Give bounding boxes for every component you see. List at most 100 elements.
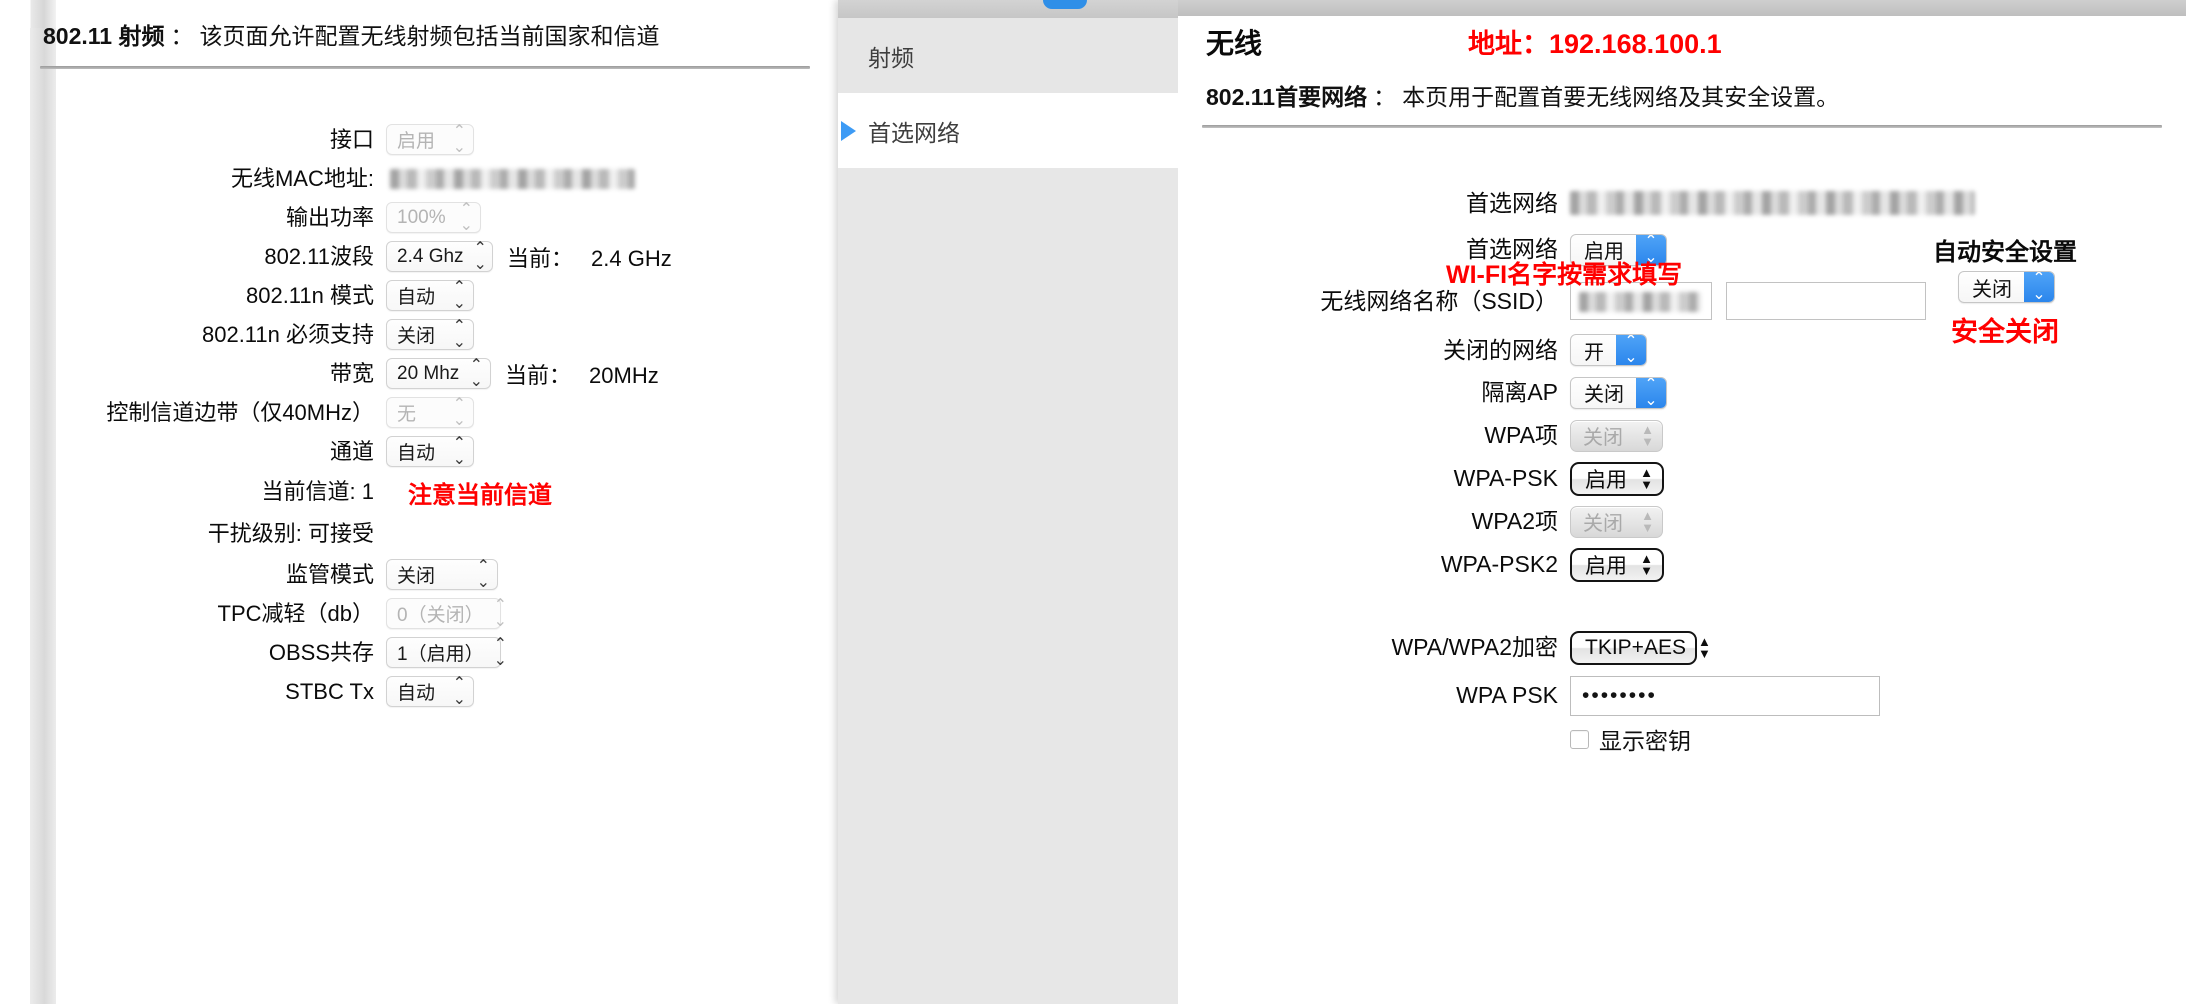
page-title: 无线	[1206, 28, 1263, 59]
band-current-prefix: 当前：	[507, 245, 574, 271]
sideband-select-value: 无	[397, 404, 417, 425]
obss-select[interactable]: 1（启用） ⌃ ⌄	[386, 636, 507, 668]
show-key-row[interactable]: 显示密钥	[1570, 722, 1691, 756]
annotation-ssid-hint: WI-FI名字按需求填写	[1446, 261, 1683, 289]
row-label-sideband: 控制信道边带（仅40MHz）	[106, 399, 374, 425]
row-label-tpc: TPC减轻（db）	[217, 600, 374, 626]
output-power-select[interactable]: 100% ⌃ ⌄	[386, 200, 481, 234]
bandwidth-current-value: 20MHz	[589, 362, 659, 388]
11n-mode-select-value: 自动	[397, 287, 436, 308]
row-label-closed-network: 关闭的网络	[1443, 336, 1558, 363]
radio-page-header: 802.11 射频：该页面允许配置无线射频包括当前国家和信道	[43, 17, 659, 51]
row-label-wpa2: WPA2项	[1471, 508, 1558, 534]
chevron-updown-icon: ⌃ ⌄	[452, 674, 466, 708]
stbc-select[interactable]: 自动 ⌃ ⌄	[386, 674, 474, 708]
table-row: WPA-PSK2 启用 ▲ ▼	[1178, 543, 2186, 586]
channel-select-value: 自动	[397, 443, 436, 464]
channel-select[interactable]: 自动 ⌃ ⌄	[386, 434, 474, 468]
row-label-wpa-psk2: WPA-PSK2	[1440, 551, 1558, 577]
radio-header-separator: ：	[170, 23, 194, 49]
radio-form: 接口 启用 ⌃ ⌄ 无线MAC地址: 输出功率 100% ⌃ ⌄ 802.11波…	[56, 120, 845, 711]
table-row: 无线MAC地址:	[56, 159, 845, 198]
annotation-address: 地址：192.168.100.1	[1468, 29, 1722, 59]
ssid-secondary-input[interactable]	[1726, 282, 1926, 320]
table-row: 监管模式 关闭 ⌃ ⌄	[56, 555, 845, 594]
chevron-updown-icon: ⌃ ⌄	[452, 317, 466, 351]
bandwidth-current: 当前： 20MHz	[491, 358, 659, 390]
band-select[interactable]: 2.4 Ghz ⌃ ⌄	[386, 239, 493, 273]
table-row: WPA项 关闭 ▲ ▼	[1178, 414, 2186, 457]
chevron-updown-icon: ⌃ ⌄	[452, 434, 466, 468]
wpa-psk2-select[interactable]: 启用 ▲ ▼	[1570, 547, 1664, 582]
nav-titlebar	[838, 0, 1186, 18]
bandwidth-select-value: 20 Mhz	[397, 362, 460, 384]
row-label-wpa-psk: WPA-PSK	[1453, 465, 1558, 491]
row-label-ap-isolate: 隔离AP	[1481, 379, 1558, 405]
sidebar-item-label: 首选网络	[868, 119, 960, 146]
primary-network-header: 802.11首要网络：本页用于配置首要无线网络及其安全设置。	[1206, 78, 1839, 112]
table-row: 通道 自动 ⌃ ⌄	[56, 432, 845, 471]
table-row: OBSS共存 1（启用） ⌃ ⌄	[56, 633, 845, 672]
chevron-updown-icon: ⌃ ⌄	[473, 239, 487, 273]
current-channel-text: 当前信道: 1	[261, 479, 374, 504]
sidebar-item-primary-network[interactable]: 首选网络	[838, 93, 1186, 168]
band-select-value: 2.4 Ghz	[397, 245, 464, 267]
table-row: WPA/WPA2加密 TKIP+AES ▲ ▼	[1178, 623, 2186, 672]
primary-network-title: 802.11首要网络	[1206, 84, 1368, 110]
11n-required-select[interactable]: 关闭 ⌃ ⌄	[386, 317, 474, 351]
wpa2-select[interactable]: 关闭 ▲ ▼	[1570, 505, 1663, 538]
interface-select[interactable]: 启用 ⌃ ⌄	[386, 123, 474, 155]
wpa-psk2-value: 启用	[1585, 554, 1627, 578]
row-label-wpa-psk-key: WPA PSK	[1456, 682, 1558, 708]
table-row: WPA2项 关闭 ▲ ▼	[1178, 500, 2186, 543]
wireless-nav-window: 射频 首选网络	[838, 0, 1186, 1004]
sideband-select[interactable]: 无 ⌃ ⌄	[386, 395, 474, 429]
chevron-updown-icon: ⌃ ⌄	[493, 596, 507, 630]
ap-isolate-select[interactable]: 关闭 ⌃ ⌄	[1570, 376, 1667, 409]
table-row: 隔离AP 关闭 ⌃ ⌄	[1178, 371, 2186, 414]
ssid-value-redacted	[1579, 292, 1701, 312]
show-key-label: 显示密钥	[1599, 728, 1691, 754]
chevron-updown-icon: ⌃ ⌄	[2024, 272, 2054, 302]
radio-page-title: 802.11 射频	[43, 23, 165, 49]
wpa2-select-value: 关闭	[1583, 513, 1623, 535]
bandwidth-select[interactable]: 20 Mhz ⌃ ⌄	[386, 357, 491, 389]
table-row: WPA-PSK 启用 ▲ ▼	[1178, 457, 2186, 500]
row-label-11n-required: 802.11n 必须支持	[201, 321, 374, 347]
closed-network-select[interactable]: 开 ⌃ ⌄	[1570, 334, 1647, 366]
wpa-encryption-select[interactable]: TKIP+AES ▲ ▼	[1570, 630, 1711, 665]
11n-required-select-value: 关闭	[397, 326, 436, 347]
sidebar-item-radio[interactable]: 射频	[838, 18, 1186, 93]
tpc-select[interactable]: 0（关闭） ⌃ ⌄	[386, 597, 507, 629]
chevron-updown-icon: ⌃ ⌄	[476, 557, 490, 591]
table-row: 控制信道边带（仅40MHz） 无 ⌃ ⌄	[56, 393, 845, 432]
bandwidth-current-prefix: 当前：	[505, 362, 572, 388]
wpa-encryption-value: TKIP+AES	[1585, 635, 1686, 659]
row-label-primary-network-name: 首选网络	[1466, 189, 1558, 216]
radio-page-description: 该页面允许配置无线射频包括当前国家和信道	[199, 23, 660, 49]
sidebar-item-label: 射频	[868, 44, 914, 71]
stbc-select-value: 自动	[397, 683, 436, 704]
wpa-psk-value: 启用	[1585, 468, 1627, 492]
primary-network-window: 无线 地址：192.168.100.1 802.11首要网络：本页用于配置首要无…	[1178, 0, 2186, 1004]
regulatory-mode-select[interactable]: 关闭 ⌃ ⌄	[386, 557, 498, 591]
output-power-select-value: 100%	[397, 206, 446, 228]
auto-security-select[interactable]: 关闭 ⌃ ⌄	[1958, 271, 2055, 303]
wpa-psk-select[interactable]: 启用 ▲ ▼	[1570, 461, 1664, 496]
table-row: 显示密钥	[1178, 719, 2186, 759]
table-row: 干扰级别: 可接受	[56, 513, 845, 555]
ap-isolate-value: 关闭	[1584, 384, 1624, 406]
auto-security-title: 自动安全设置	[1933, 239, 2077, 266]
interference-level-text: 干扰级别: 可接受	[207, 521, 374, 546]
updown-arrows-icon: ▲ ▼	[1641, 508, 1654, 535]
row-label-mac-address: 无线MAC地址:	[230, 165, 374, 191]
wpa-select[interactable]: 关闭 ▲ ▼	[1570, 419, 1663, 452]
radio-header-divider	[40, 66, 810, 69]
chevron-updown-icon: ⌃ ⌄	[459, 200, 473, 234]
row-label-ssid: 无线网络名称（SSID）	[1320, 287, 1558, 314]
chevron-updown-icon: ⌃ ⌄	[452, 395, 466, 429]
table-row: 当前信道: 1 注意当前信道	[56, 471, 845, 513]
wpa-psk-input[interactable]: ••••••••	[1570, 675, 1880, 716]
show-key-checkbox[interactable]	[1570, 729, 1589, 749]
11n-mode-select[interactable]: 自动 ⌃ ⌄	[386, 279, 474, 311]
